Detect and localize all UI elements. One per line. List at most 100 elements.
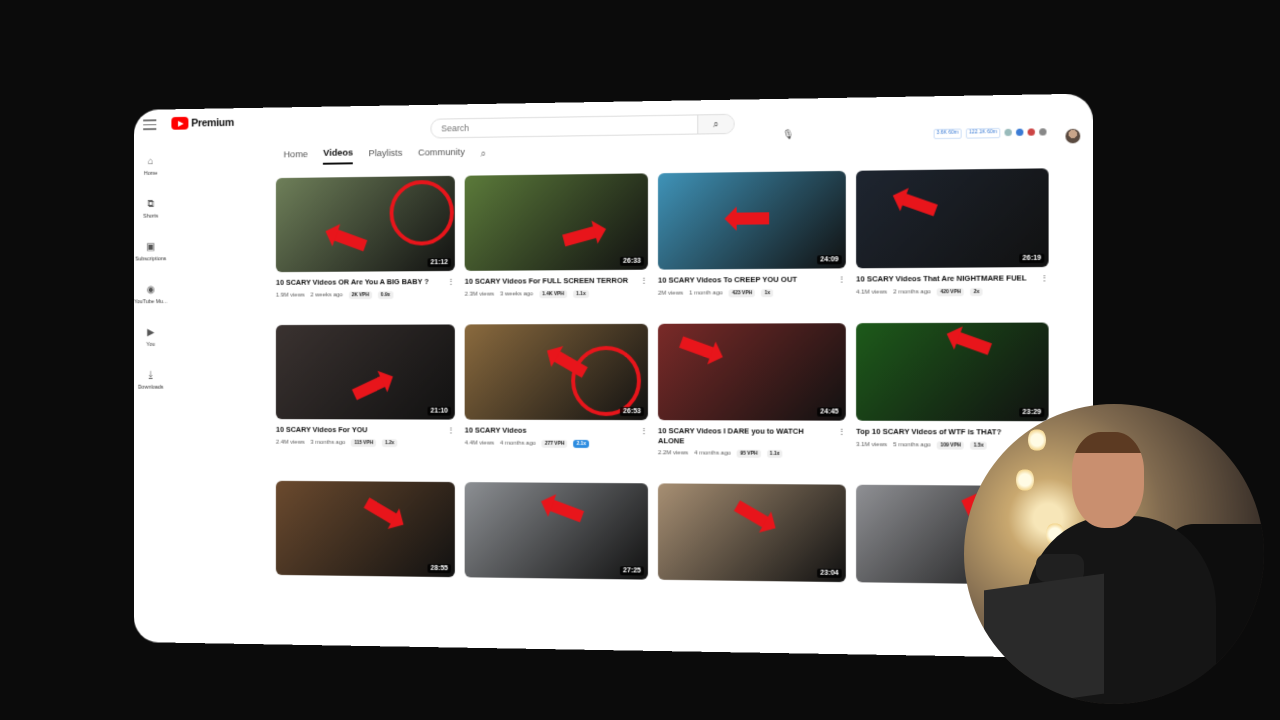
vph-badge: 2K VPH xyxy=(349,291,372,299)
shorts-icon: ⧉ xyxy=(145,199,156,211)
video-thumbnail[interactable]: 28:55 xyxy=(276,481,455,577)
upload-age: 4 months ago xyxy=(500,440,536,446)
sidebar-item-you[interactable]: ▶ You xyxy=(134,316,168,359)
video-card[interactable]: 28:55 xyxy=(276,481,455,577)
more-options-icon[interactable]: ⋮ xyxy=(640,276,648,286)
video-card[interactable]: 21:10 10 SCARY Videos For YOU ⋮ 2.4M views… xyxy=(276,324,455,456)
tab-playlists[interactable]: Playlists xyxy=(369,148,403,163)
ratio-badge: 2.1x xyxy=(574,439,590,447)
video-title[interactable]: 10 SCARY Videos For YOU xyxy=(276,425,368,435)
tab-home[interactable]: Home xyxy=(284,149,308,164)
tab-videos[interactable]: Videos xyxy=(323,148,353,165)
channel-search-icon[interactable]: ⌕ xyxy=(481,149,487,160)
youtube-window: Premium ⌕ 🎙 3.6K 60m 122.1K 60m ⌂ Home⧉ … xyxy=(134,94,1093,659)
you-icon: ▶ xyxy=(145,327,156,339)
video-title[interactable]: 10 SCARY Videos That Are NIGHTMARE FUEL xyxy=(856,273,1027,284)
extension-icon[interactable] xyxy=(1005,129,1012,136)
video-card[interactable]: 26:53 10 SCARY Videos ⋮ 4.4M views 4 month… xyxy=(465,324,648,458)
video-thumbnail[interactable]: 27:25 xyxy=(465,482,648,580)
video-thumbnail[interactable]: 24:09 xyxy=(658,171,846,270)
more-options-icon[interactable]: ⋮ xyxy=(447,277,455,287)
sidebar-item-label: Home xyxy=(144,170,158,176)
more-options-icon[interactable]: ⋮ xyxy=(838,274,846,284)
webcam-overlay xyxy=(964,404,1264,704)
vph-badge: 115 VPH xyxy=(351,439,376,447)
more-options-icon[interactable]: ⋮ xyxy=(447,425,455,435)
video-stats: 2.4M views 3 months ago 115 VPH 1.2x xyxy=(276,438,455,447)
sidebar-item-home[interactable]: ⌂ Home xyxy=(134,144,168,187)
red-arrow xyxy=(900,193,937,216)
vph-badge: 1.4K VPH xyxy=(539,290,567,298)
channel-tabs: Home Videos Playlists Community ⌕ xyxy=(284,146,486,166)
search-button[interactable]: ⌕ xyxy=(697,115,733,134)
video-title[interactable]: 10 SCARY Videos For FULL SCREEN TERROR xyxy=(465,276,628,287)
video-card[interactable]: 24:09 10 SCARY Videos To CREEP YOU OUT ⋮ 2… xyxy=(658,171,846,298)
extension-badge-1[interactable]: 3.6K 60m xyxy=(933,129,962,139)
video-thumbnail[interactable]: 21:10 xyxy=(276,324,455,419)
red-arrow xyxy=(734,501,770,529)
sidebar-item-subscriptions[interactable]: ▣ Subscriptions xyxy=(134,230,168,273)
view-count: 2.2M views xyxy=(658,451,688,457)
video-thumbnail[interactable]: 24:45 xyxy=(658,323,846,420)
sidebar-item-shorts[interactable]: ⧉ Shorts xyxy=(134,187,168,230)
video-duration: 21:10 xyxy=(428,406,451,415)
view-count: 2.4M views xyxy=(276,439,305,445)
video-card[interactable]: 26:19 10 SCARY Videos That Are NIGHTMARE … xyxy=(856,168,1049,296)
ratio-badge: 1.2x xyxy=(382,439,397,447)
video-title[interactable]: 10 SCARY Videos xyxy=(465,425,527,435)
menu-icon[interactable] xyxy=(143,119,156,129)
vph-badge: 423 VPH xyxy=(729,289,755,297)
highlight-circle xyxy=(571,346,641,416)
video-thumbnail[interactable]: 23:29 xyxy=(856,322,1049,421)
ratio-badge: 1.1x xyxy=(767,450,783,458)
video-row: 21:10 10 SCARY Videos For YOU ⋮ 2.4M views… xyxy=(276,322,1059,459)
video-duration: 21:12 xyxy=(428,258,451,267)
avatar[interactable] xyxy=(1065,129,1080,144)
view-count: 4.4M views xyxy=(465,440,494,446)
more-options-icon[interactable]: ⋮ xyxy=(838,426,846,446)
video-title[interactable]: 10 SCARY Videos I DARE you to WATCH ALON… xyxy=(658,426,830,446)
extension-badge-2[interactable]: 122.1K 60m xyxy=(966,128,1000,138)
video-title[interactable]: Top 10 SCARY Videos of WTF is THAT? xyxy=(856,427,1001,437)
notifications-icon[interactable] xyxy=(1028,129,1035,136)
logo-text: Premium xyxy=(191,117,234,129)
video-card[interactable]: 24:45 10 SCARY Videos I DARE you to WATCH… xyxy=(658,323,846,459)
ratio-badge: 1.1x xyxy=(573,290,589,298)
more-options-icon[interactable]: ⋮ xyxy=(640,426,648,436)
extension-icon[interactable] xyxy=(1016,129,1023,136)
youtube-logo[interactable]: Premium xyxy=(171,116,234,130)
red-arrow xyxy=(333,229,368,251)
video-card[interactable]: 27:25 xyxy=(465,482,648,580)
video-thumbnail[interactable]: 26:19 xyxy=(856,168,1049,268)
view-count: 2M views xyxy=(658,290,683,296)
video-title[interactable]: 10 SCARY Videos To CREEP YOU OUT xyxy=(658,275,797,286)
sidebar-item-downloads[interactable]: ⤓ Downloads xyxy=(134,358,168,401)
video-duration: 24:45 xyxy=(817,407,842,416)
ratio-badge: 1x xyxy=(761,289,773,297)
video-thumbnail[interactable]: 21:12 xyxy=(276,176,455,272)
video-card[interactable]: 21:12 10 SCARY Videos OR Are You A BIG BA… xyxy=(276,176,455,300)
red-arrow xyxy=(735,212,770,224)
youtube-music-icon: ◉ xyxy=(145,284,156,296)
video-thumbnail[interactable]: 26:33 xyxy=(465,173,648,271)
video-stats: 2M views 1 month ago 423 VPH 1x xyxy=(658,288,846,297)
sidebar-item-label: Downloads xyxy=(138,384,164,390)
video-card[interactable]: 23:04 xyxy=(658,484,846,583)
light-bulb xyxy=(1016,468,1034,492)
upload-age: 2 months ago xyxy=(893,289,931,295)
upload-age: 3 months ago xyxy=(310,439,345,445)
video-title[interactable]: 10 SCARY Videos OR Are You A BIG BABY ? xyxy=(276,277,429,288)
video-meta: 10 SCARY Videos For YOU ⋮ xyxy=(276,425,455,435)
video-thumbnail[interactable]: 23:04 xyxy=(658,484,846,583)
downloads-icon: ⤓ xyxy=(145,370,156,382)
vph-badge: 277 VPH xyxy=(542,439,568,447)
video-duration: 23:04 xyxy=(817,569,842,578)
video-thumbnail[interactable]: 26:53 xyxy=(465,324,648,420)
search-input[interactable] xyxy=(431,119,697,133)
tab-community[interactable]: Community xyxy=(418,147,465,163)
create-icon[interactable] xyxy=(1039,129,1046,136)
more-options-icon[interactable]: ⋮ xyxy=(1040,273,1048,283)
video-card[interactable]: 26:33 10 SCARY Videos For FULL SCREEN TER… xyxy=(465,173,648,298)
sidebar-item-youtube-music[interactable]: ◉ YouTube Mu... xyxy=(134,273,168,316)
mic-icon[interactable]: 🎙 xyxy=(781,127,795,141)
